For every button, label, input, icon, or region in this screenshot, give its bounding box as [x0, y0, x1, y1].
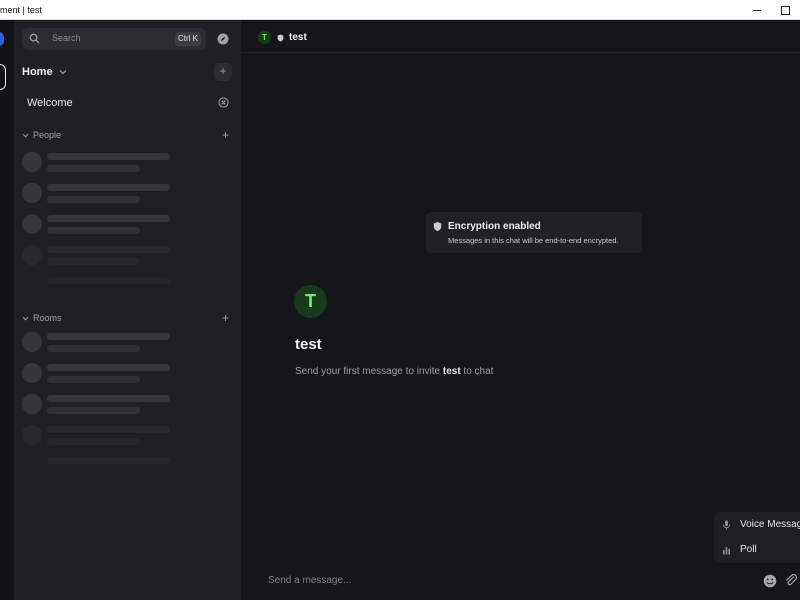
- home-menu[interactable]: Home: [22, 66, 67, 78]
- sidebar-item-welcome[interactable]: Welcome: [27, 97, 73, 109]
- rooms-label: Rooms: [33, 313, 62, 323]
- loading-placeholder: [22, 152, 182, 176]
- loading-placeholder: [22, 394, 182, 418]
- shield-icon: [433, 222, 442, 232]
- loading-placeholder: [22, 332, 182, 356]
- invite-hint-suffix: to chat: [460, 366, 494, 377]
- add-people-button[interactable]: +: [222, 128, 229, 142]
- room-avatar[interactable]: T: [258, 31, 271, 44]
- menu-item-label: Voice Message: [740, 519, 800, 530]
- space-avatar[interactable]: [0, 32, 4, 46]
- loading-placeholder: [22, 276, 182, 300]
- invite-hint-name: test: [442, 366, 461, 377]
- loading-placeholder: [22, 456, 182, 480]
- rooms-section-header[interactable]: Rooms: [22, 313, 62, 323]
- message-input[interactable]: Send a message...: [268, 575, 351, 586]
- home-label: Home: [22, 66, 53, 78]
- spaces-rail: [0, 20, 14, 600]
- add-room-button[interactable]: +: [222, 311, 229, 325]
- room-avatar-large: T: [294, 285, 327, 318]
- people-label: People: [33, 130, 62, 140]
- search-placeholder: Search: [52, 33, 81, 43]
- chevron-down-icon: [22, 316, 29, 320]
- search-icon: [29, 33, 40, 44]
- compass-icon: [217, 33, 229, 45]
- poll-icon: [723, 547, 730, 555]
- shield-icon: [277, 34, 284, 42]
- loading-placeholder: [22, 183, 182, 207]
- room-name: test: [289, 32, 307, 43]
- invite-hint: Send your first message to invite test t…: [295, 366, 493, 377]
- menu-item-poll[interactable]: Poll: [714, 538, 800, 562]
- search-shortcut-badge: Ctrl K: [175, 32, 201, 46]
- chevron-down-icon: [22, 133, 29, 137]
- microphone-icon: [722, 520, 731, 530]
- sidebar: Search Ctrl K Home + Welcome People + Ro…: [14, 20, 241, 600]
- people-section-header[interactable]: People: [22, 130, 61, 140]
- window-titlebar: ment | test: [0, 0, 800, 20]
- window-title: ment | test: [0, 5, 42, 15]
- encryption-title: Encryption enabled: [448, 221, 541, 232]
- explore-button[interactable]: [214, 30, 232, 48]
- encryption-description: Messages in this chat will be end-to-end…: [448, 236, 619, 245]
- menu-item-voice-message[interactable]: Voice Message: [714, 513, 800, 537]
- paperclip-icon[interactable]: [784, 573, 798, 587]
- menu-item-label: Poll: [740, 544, 757, 555]
- loading-placeholder: [22, 425, 182, 449]
- minimize-button[interactable]: [750, 3, 764, 17]
- emoji-icon[interactable]: [763, 574, 777, 588]
- chevron-down-icon: [59, 70, 66, 75]
- attachment-menu: Voice Message Poll: [714, 512, 800, 563]
- encryption-notice: Encryption enabled Messages in this chat…: [426, 212, 642, 253]
- loading-placeholder: [22, 363, 182, 387]
- loading-placeholder: [22, 245, 182, 269]
- room-header[interactable]: T test: [241, 20, 800, 53]
- loading-placeholder: [22, 214, 182, 238]
- invite-hint-prefix: Send your first message to invite: [295, 366, 443, 377]
- search-input[interactable]: Search Ctrl K: [22, 28, 206, 50]
- room-view: T test Encryption enabled Messages in th…: [241, 20, 800, 600]
- close-icon[interactable]: [218, 97, 229, 108]
- add-button[interactable]: +: [214, 63, 232, 81]
- home-space-indicator[interactable]: [0, 64, 6, 90]
- room-title: test: [295, 336, 322, 353]
- maximize-button[interactable]: [778, 3, 792, 17]
